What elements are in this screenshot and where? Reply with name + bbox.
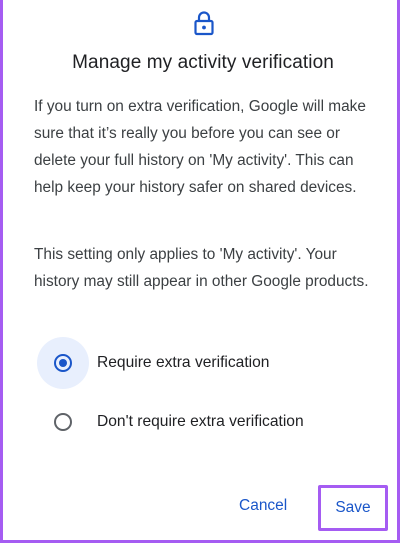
radio-selected-highlight [37, 337, 89, 389]
save-button-highlight: Save [318, 485, 388, 531]
setting-scope-note: This setting only applies to 'My activit… [34, 246, 369, 290]
dialog-title: Manage my activity verification [72, 52, 334, 73]
radio-button-checked[interactable] [54, 354, 72, 372]
dialog: Manage my activity verification If you t… [0, 0, 400, 543]
option-label: Don't require extra verification [97, 413, 304, 430]
option-require-verification[interactable]: Require extra verification [37, 336, 377, 390]
cancel-button[interactable]: Cancel [239, 497, 287, 515]
option-dont-require-verification[interactable]: Don't require extra verification [37, 395, 377, 449]
description-paragraph: If you turn on extra verification, Googl… [34, 98, 366, 196]
option-label: Require extra verification [97, 354, 270, 371]
radio-wrapper [37, 396, 89, 448]
radio-button-unchecked[interactable] [54, 413, 72, 431]
lock-icon [194, 11, 214, 36]
save-button[interactable]: Save [335, 499, 370, 517]
